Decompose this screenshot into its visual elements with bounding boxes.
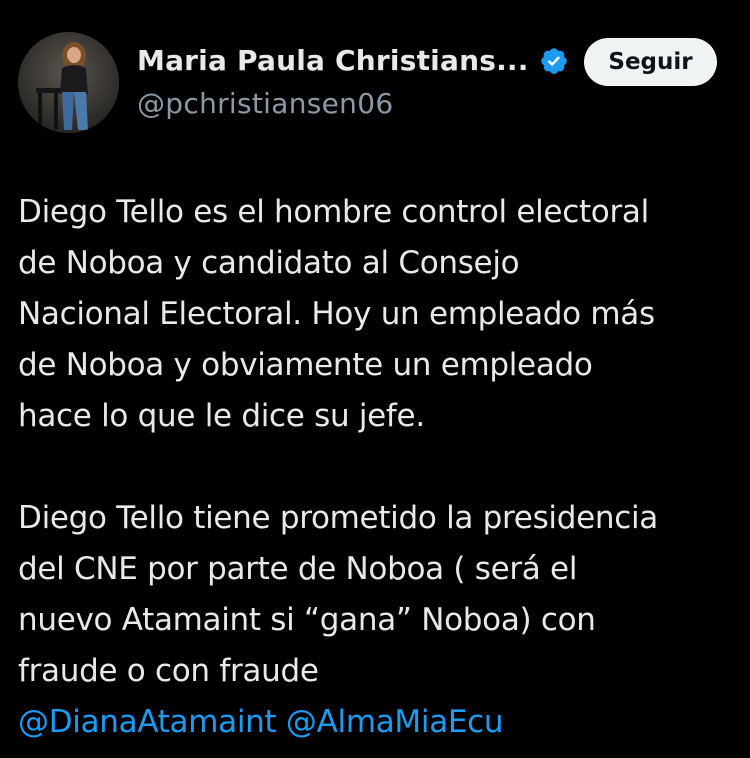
mentions-line: @DianaAtamaint @AlmaMiaEcu: [18, 697, 743, 748]
author-handle[interactable]: @pchristiansen06: [137, 87, 393, 120]
tweet-line: nuevo Atamaint si “gana” Noboa) con: [18, 602, 596, 638]
verified-badge-icon: [539, 46, 569, 76]
tweet-card: Maria Paula Christians... @pchristiansen…: [0, 0, 750, 758]
tweet-line: Diego Tello es el hombre control elector…: [18, 194, 649, 230]
tweet-paragraph-1: Diego Tello es el hombre control elector…: [18, 187, 743, 442]
tweet-line: de Noboa y candidato al Consejo: [18, 245, 520, 281]
tweet-line: hace lo que le dice su jefe.: [18, 398, 425, 434]
mention-link[interactable]: @AlmaMiaEcu: [286, 704, 504, 740]
author-display-name[interactable]: Maria Paula Christians...: [137, 44, 529, 77]
tweet-line: fraude o con fraude: [18, 653, 319, 689]
mention-link[interactable]: @DianaAtamaint: [18, 704, 277, 740]
tweet-text: Diego Tello es el hombre control elector…: [18, 187, 743, 748]
follow-button[interactable]: Seguir: [584, 38, 717, 86]
tweet-line: Nacional Electoral. Hoy un empleado más: [18, 296, 655, 332]
tweet-line: de Noboa y obviamente un empleado: [18, 347, 593, 383]
tweet-line: Diego Tello tiene prometido la presidenc…: [18, 500, 658, 536]
tweet-paragraph-2: Diego Tello tiene prometido la presidenc…: [18, 493, 743, 697]
avatar-image: [18, 32, 119, 133]
tweet-line: del CNE por parte de Noboa ( será el: [18, 551, 578, 587]
author-avatar[interactable]: [18, 32, 119, 133]
author-name-row: Maria Paula Christians...: [137, 44, 569, 77]
